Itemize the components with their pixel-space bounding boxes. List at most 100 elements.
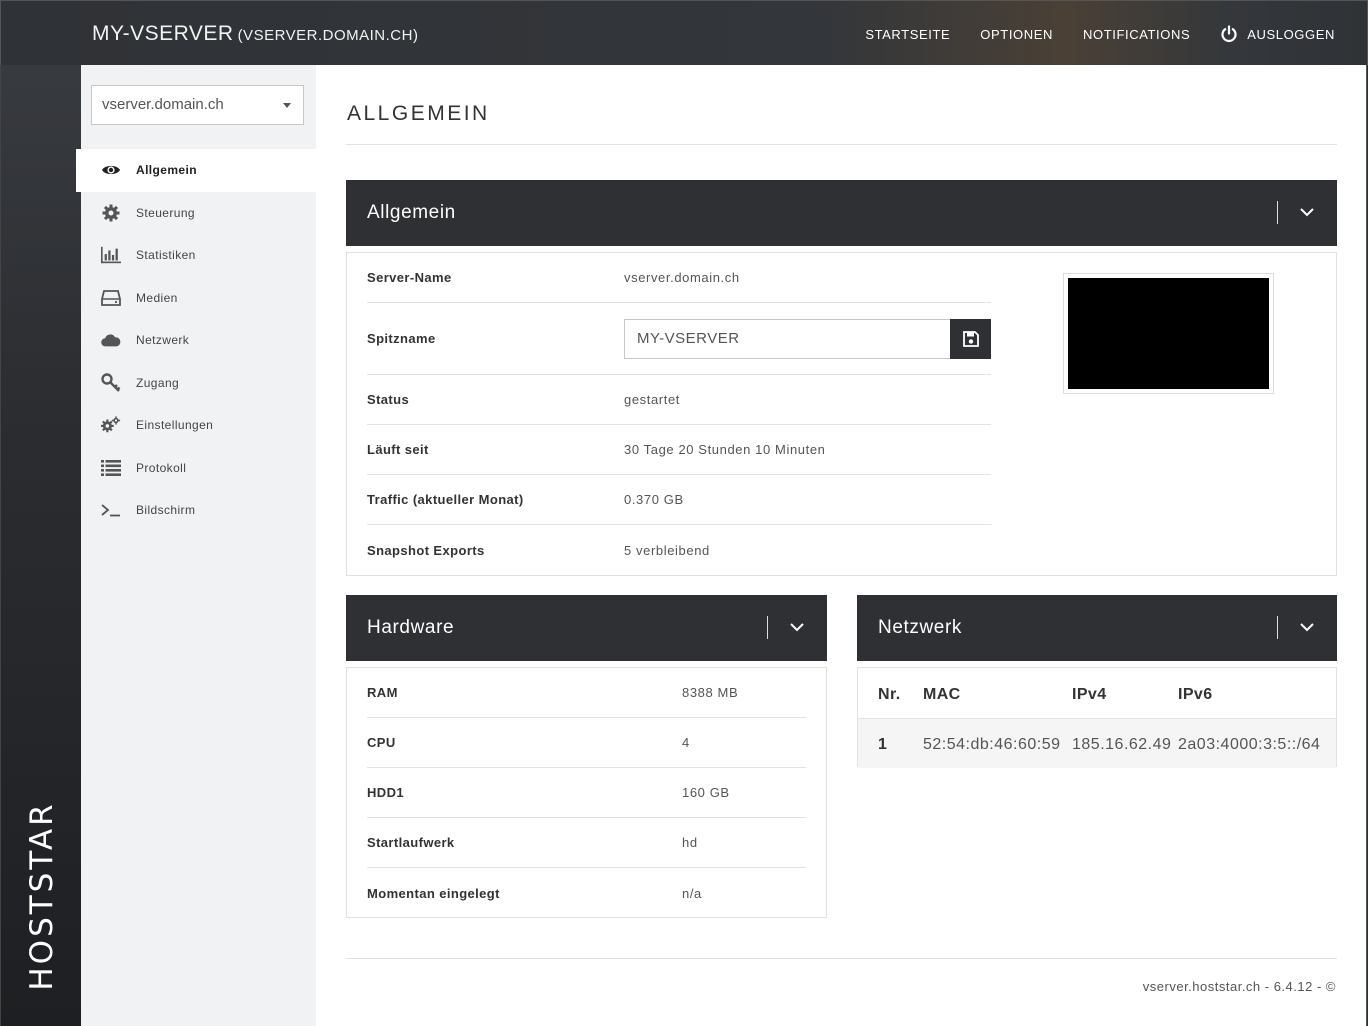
app-title-domain: (VSERVER.DOMAIN.CH) xyxy=(237,27,419,44)
nav-startseite[interactable]: STARTSEITE xyxy=(865,25,950,43)
sidebar-menu: Allgemein Steuerung Statistiken Medien N… xyxy=(76,149,316,532)
cell-nr: 1 xyxy=(878,736,888,753)
chevron-down-icon[interactable] xyxy=(1299,206,1315,218)
label-startlaufwerk: Startlaufwerk xyxy=(367,835,455,850)
sidebar-item-einstellungen[interactable]: Einstellungen xyxy=(81,404,316,447)
panel-title: Hardware xyxy=(367,617,455,638)
label-cpu: CPU xyxy=(367,735,396,750)
nav-ausloggen[interactable]: AUSLOGGEN xyxy=(1220,25,1335,43)
value-server-name: vserver.domain.ch xyxy=(624,270,740,285)
value-hdd1: 160 GB xyxy=(682,785,730,800)
row-laeuft-seit: Läuft seit 30 Tage 20 Stunden 10 Minuten xyxy=(367,425,991,475)
sidebar-item-statistiken[interactable]: Statistiken xyxy=(81,234,316,277)
value-startlaufwerk: hd xyxy=(682,835,698,850)
row-ram: RAM 8388 MB xyxy=(367,668,806,718)
row-startlaufwerk: Startlaufwerk hd xyxy=(367,818,806,868)
divider xyxy=(1277,616,1278,639)
value-status: gestartet xyxy=(624,392,680,407)
sidebar-item-zugang[interactable]: Zugang xyxy=(81,362,316,405)
divider xyxy=(346,144,1337,145)
row-cpu: CPU 4 xyxy=(367,718,806,768)
hard-drive-icon xyxy=(101,288,121,308)
save-icon xyxy=(962,331,979,347)
row-traffic: Traffic (aktueller Monat) 0.370 GB xyxy=(367,475,991,525)
cell-mac: 52:54:db:46:60:59 xyxy=(923,736,1061,753)
column-header-ipv6: IPv6 xyxy=(1178,686,1213,703)
column-header-mac: MAC xyxy=(923,686,961,703)
sidebar-item-label: Netzwerk xyxy=(136,333,190,348)
panel-body-hardware: RAM 8388 MB CPU 4 HDD1 160 GB Startlaufw… xyxy=(346,667,827,918)
value-ram: 8388 MB xyxy=(682,685,739,700)
server-select[interactable]: vserver.domain.ch xyxy=(91,85,304,125)
nav-optionen[interactable]: OPTIONEN xyxy=(980,25,1053,43)
sidebar-item-label: Bildschirm xyxy=(136,503,196,518)
sidebar-item-label: Steuerung xyxy=(136,205,195,220)
power-icon xyxy=(1221,25,1237,43)
sidebar-item-label: Zugang xyxy=(136,375,180,390)
sidebar-item-label: Statistiken xyxy=(136,248,196,263)
key-icon xyxy=(101,373,121,393)
panel-header-netzwerk: Netzwerk xyxy=(857,595,1337,661)
sidebar-item-label: Medien xyxy=(136,290,178,305)
label-snapshot: Snapshot Exports xyxy=(367,542,485,558)
label-traffic: Traffic (aktueller Monat) xyxy=(367,492,524,507)
list-icon xyxy=(101,458,121,478)
value-snapshot: 5 verbleibend xyxy=(624,542,710,558)
panel-header-allgemein: Allgemein xyxy=(346,180,1337,246)
sidebar-item-allgemein[interactable]: Allgemein xyxy=(76,149,316,192)
sidebar-item-label: Einstellungen xyxy=(136,418,214,433)
label-hdd1: HDD1 xyxy=(367,785,404,800)
panel-title: Allgemein xyxy=(367,202,456,223)
column-header-ipv4: IPv4 xyxy=(1072,686,1107,703)
nav-notifications[interactable]: NOTIFICATIONS xyxy=(1083,25,1190,43)
app-title-name: MY-VSERVER xyxy=(92,22,234,45)
top-bar: MY-VSERVER (VSERVER.DOMAIN.CH) STARTSEITE… xyxy=(0,0,1368,65)
chevron-down-icon[interactable] xyxy=(1299,621,1315,633)
row-server-name: Server-Name vserver.domain.ch xyxy=(367,253,991,303)
sidebar-item-protokoll[interactable]: Protokoll xyxy=(81,447,316,490)
sidebar-item-medien[interactable]: Medien xyxy=(81,277,316,320)
hoststar-logo: HOSTSTAR xyxy=(24,801,60,991)
sidebar-item-label: Protokoll xyxy=(136,460,187,475)
nickname-input[interactable]: MY-VSERVER xyxy=(624,319,951,359)
label-momentan-eingelegt: Momentan eingelegt xyxy=(367,885,500,901)
app-title: MY-VSERVER (VSERVER.DOMAIN.CH) xyxy=(92,22,418,46)
label-status: Status xyxy=(367,392,410,407)
console-screen xyxy=(1068,278,1269,389)
divider xyxy=(767,616,768,639)
value-traffic: 0.370 GB xyxy=(624,492,684,507)
bar-chart-icon xyxy=(101,245,121,265)
row-momentan-eingelegt: Momentan eingelegt n/a xyxy=(367,868,806,918)
sidebar-item-steuerung[interactable]: Steuerung xyxy=(81,192,316,235)
server-select-value: vserver.domain.ch xyxy=(102,96,224,113)
value-laeuft-seit: 30 Tage 20 Stunden 10 Minuten xyxy=(624,442,826,457)
column-header-nr: Nr. xyxy=(878,686,901,703)
label-ram: RAM xyxy=(367,685,398,700)
cell-ipv4: 185.16.62.49 xyxy=(1072,736,1172,753)
gear-icon xyxy=(101,203,121,223)
save-button[interactable] xyxy=(950,319,991,359)
nav-ausloggen-label: AUSLOGGEN xyxy=(1247,26,1335,42)
caret-down-icon xyxy=(283,103,291,108)
row-status: Status gestartet xyxy=(367,375,991,425)
page-title: ALLGEMEIN xyxy=(347,102,490,125)
sidebar-item-netzwerk[interactable]: Netzwerk xyxy=(81,319,316,362)
terminal-icon xyxy=(101,500,121,520)
cell-ipv6: 2a03:4000:3:5::/64 xyxy=(1178,736,1321,753)
chevron-down-icon[interactable] xyxy=(789,621,805,633)
main-content: ALLGEMEIN Allgemein Server-Name vserver.… xyxy=(316,65,1367,1026)
panel-body-allgemein: Server-Name vserver.domain.ch Spitzname … xyxy=(346,252,1337,576)
sidebar: vserver.domain.ch Allgemein Steuerung St… xyxy=(76,65,316,1026)
screen-thumbnail[interactable] xyxy=(1063,273,1274,394)
eye-icon xyxy=(101,160,121,180)
divider xyxy=(346,958,1337,959)
sidebar-item-bildschirm[interactable]: Bildschirm xyxy=(81,489,316,532)
value-momentan-eingelegt: n/a xyxy=(682,885,702,901)
panel-header-hardware: Hardware xyxy=(346,595,827,661)
row-snapshot: Snapshot Exports 5 verbleibend xyxy=(367,525,991,575)
sidebar-item-label: Allgemein xyxy=(136,163,197,178)
top-nav: STARTSEITE OPTIONEN NOTIFICATIONS AUSLOG… xyxy=(835,25,1335,43)
cloud-icon xyxy=(101,330,121,350)
label-server-name: Server-Name xyxy=(367,270,452,285)
label-spitzname: Spitzname xyxy=(367,331,436,346)
